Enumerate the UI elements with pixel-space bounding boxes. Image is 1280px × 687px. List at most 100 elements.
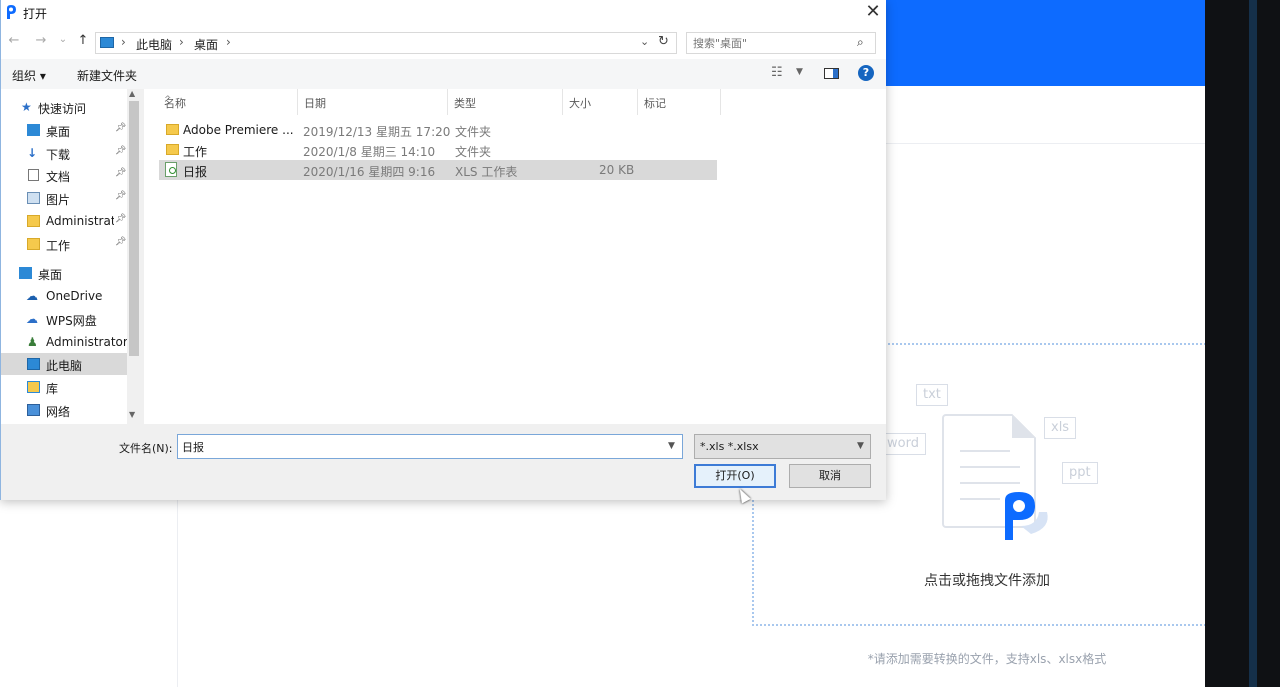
file-name: Adobe Premiere ...: [183, 123, 294, 137]
breadcrumb-desktop[interactable]: 桌面: [194, 36, 218, 53]
pin-icon: 📌︎: [115, 237, 127, 247]
tree-item-label: OneDrive: [46, 289, 103, 303]
column-header-size[interactable]: 大小: [563, 89, 638, 115]
nav-item-label: 下载: [46, 148, 71, 162]
tree-item-label: 网络: [46, 405, 71, 419]
file-type-select[interactable]: *.xls *.xlsx ▼: [694, 434, 871, 459]
file-row[interactable]: 工作 2020/1/8 星期三 14:10 文件夹: [159, 140, 717, 160]
pin-icon: 📌︎: [115, 214, 127, 224]
address-bar[interactable]: › 此电脑 › 桌面 › ⌄ ↻: [95, 32, 677, 54]
chevron-right-icon: ›: [121, 35, 126, 49]
nav-item-label: 图片: [46, 193, 71, 207]
cancel-button[interactable]: 取消: [789, 464, 871, 488]
organize-menu-button[interactable]: 组织 ▾: [12, 67, 46, 84]
tree-item-wps-drive[interactable]: ☁ WPS网盘: [1, 308, 127, 330]
tree-item-desktop[interactable]: 桌面: [1, 262, 127, 284]
picture-icon: [27, 192, 40, 204]
back-arrow-icon[interactable]: ←: [5, 33, 23, 48]
nav-item-label: 文档: [46, 170, 71, 184]
scrollbar-thumb[interactable]: [129, 101, 139, 356]
nav-item-desktop[interactable]: 桌面 📌︎: [1, 119, 127, 141]
file-name: 日报: [183, 165, 208, 179]
wps-pdf-logo-icon: [1005, 492, 1048, 540]
nav-item-label: 工作: [46, 239, 71, 253]
desktop-icon: [27, 124, 40, 136]
divider: [886, 143, 1205, 144]
open-file-dialog: 打开 ✕ ← → ⌄ ↑ › 此电脑 › 桌面 › ⌄ ↻ ⌕ 组织 ▾ 新建文…: [0, 0, 886, 500]
new-folder-button[interactable]: 新建文件夹: [77, 67, 137, 84]
scroll-up-icon[interactable]: ▲: [129, 89, 135, 98]
format-tag-txt: txt: [916, 384, 948, 406]
column-header-label: 大小: [569, 97, 591, 110]
nav-item-label: 桌面: [46, 125, 71, 139]
tree-item-label: WPS网盘: [46, 314, 97, 328]
quick-access-item[interactable]: ★ 快速访问: [1, 96, 127, 118]
chevron-down-icon[interactable]: ⌄: [640, 35, 649, 48]
column-header-date[interactable]: 日期: [298, 89, 448, 115]
file-type: XLS 工作表: [455, 165, 518, 179]
format-tag-word: word: [880, 433, 926, 455]
filename-field[interactable]: ▼: [177, 434, 683, 459]
scroll-down-icon[interactable]: ▼: [129, 410, 135, 419]
open-button[interactable]: 打开(O): [694, 464, 776, 488]
chevron-down-icon[interactable]: ▼: [796, 67, 803, 77]
tree-item-onedrive[interactable]: ☁ OneDrive: [1, 285, 127, 307]
folder-icon: [27, 238, 40, 250]
chevron-down-icon: ▼: [857, 441, 864, 451]
file-list-pane: 名称 ^ 日期 类型 大小 标记 Adobe Premiere ... 2019…: [144, 89, 886, 424]
nav-item-label: Administrato: [46, 214, 114, 228]
file-type: 文件夹: [455, 125, 492, 139]
filename-input[interactable]: [182, 438, 662, 456]
nav-item-administrator-folder[interactable]: Administrato 📌︎: [1, 210, 127, 232]
chevron-right-icon: ›: [226, 35, 231, 49]
supported-formats-hint: *请添加需要转换的文件，支持xls、xlsx格式: [867, 652, 1107, 666]
search-box[interactable]: ⌕: [686, 32, 876, 54]
folder-icon: [166, 124, 179, 135]
column-header-label: 标记: [644, 97, 666, 110]
tree-item-this-pc[interactable]: 此电脑: [1, 353, 127, 375]
tree-item-label: 此电脑: [46, 359, 83, 373]
view-options-icon[interactable]: ☷: [771, 65, 783, 80]
column-header-label: 日期: [304, 97, 326, 110]
wps-app-icon: [7, 5, 16, 19]
nav-pane-scrollbar[interactable]: ▲ ▼: [127, 89, 141, 424]
forward-arrow-icon[interactable]: →: [32, 33, 50, 48]
help-icon[interactable]: ?: [858, 65, 874, 81]
recent-locations-chevron-icon[interactable]: ⌄: [54, 34, 72, 45]
preview-pane-icon[interactable]: [824, 68, 839, 79]
nav-item-work[interactable]: 工作 📌︎: [1, 233, 127, 255]
refresh-icon[interactable]: ↻: [658, 34, 669, 49]
nav-item-documents[interactable]: 文档 📌︎: [1, 164, 127, 186]
tree-item-administrator[interactable]: ♟ Administrator: [1, 331, 128, 353]
close-icon[interactable]: ✕: [859, 0, 887, 25]
pin-icon: 📌︎: [115, 168, 127, 178]
navigation-pane: ★ 快速访问 桌面 📌︎ ↓ 下载 📌︎ 文档 📌︎ 图片 📌︎ Adminis…: [1, 89, 141, 424]
file-row-selected[interactable]: 日报 2020/1/16 星期四 9:16 XLS 工作表 20 KB: [159, 160, 717, 180]
drop-zone-text[interactable]: 点击或拖拽文件添加: [752, 570, 1222, 590]
nav-item-downloads[interactable]: ↓ 下载 📌︎: [1, 142, 127, 164]
search-input[interactable]: [693, 35, 843, 52]
nav-item-pictures[interactable]: 图片 📌︎: [1, 187, 127, 209]
column-header-tags[interactable]: 标记: [638, 89, 721, 115]
filename-label: 文件名(N):: [119, 442, 173, 455]
cloud-icon: ☁: [26, 289, 38, 303]
column-header-type[interactable]: 类型: [448, 89, 563, 115]
navigation-bar: ← → ⌄ ↑ › 此电脑 › 桌面 › ⌄ ↻ ⌕: [1, 27, 886, 59]
dialog-footer: 文件名(N): ▼ *.xls *.xlsx ▼ 打开(O) 取消: [1, 424, 886, 500]
tree-item-library[interactable]: 库: [1, 376, 127, 398]
file-row[interactable]: Adobe Premiere ... 2019/12/13 星期五 17:20 …: [159, 120, 717, 140]
file-date: 2020/1/8 星期三 14:10: [303, 145, 436, 159]
breadcrumb-this-pc[interactable]: 此电脑: [136, 36, 172, 53]
column-header-name[interactable]: 名称 ^: [158, 89, 298, 115]
file-type-value: *.xls *.xlsx: [700, 440, 759, 453]
up-arrow-icon[interactable]: ↑: [74, 33, 92, 48]
screen-edge: [1205, 0, 1280, 687]
chevron-down-icon[interactable]: ▼: [668, 441, 675, 451]
dialog-titlebar: 打开 ✕: [1, 0, 886, 27]
library-icon: [27, 381, 40, 393]
cloud-icon: ☁: [26, 312, 38, 326]
search-icon[interactable]: ⌕: [857, 35, 864, 50]
sort-ascending-icon: ^: [164, 95, 172, 105]
computer-icon: [100, 37, 114, 48]
tree-item-network[interactable]: 网络: [1, 399, 127, 421]
